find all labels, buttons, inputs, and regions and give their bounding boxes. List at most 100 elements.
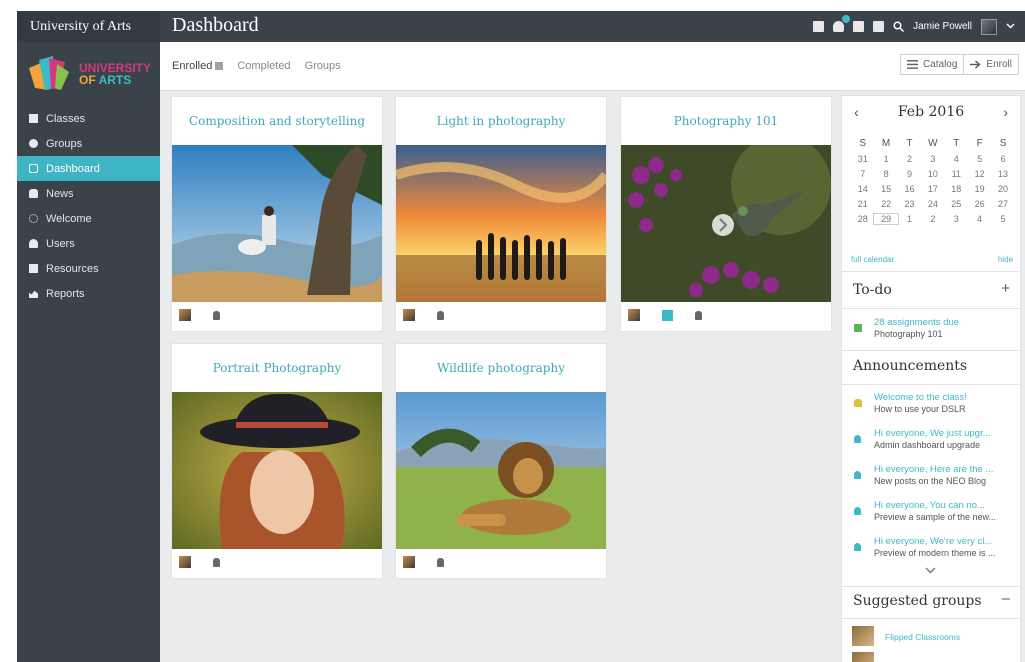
sidebar-item-groups[interactable]: Groups <box>17 131 160 156</box>
calendar-icon[interactable] <box>853 21 865 32</box>
calendar-day[interactable]: 27 <box>991 199 1014 209</box>
sidebar-item-reports[interactable]: Reports <box>17 281 160 306</box>
calendar-day[interactable]: 23 <box>898 199 921 209</box>
calendar-day[interactable]: 10 <box>921 169 944 179</box>
announcement-title[interactable]: Hi everyone, We just upgr... <box>874 428 1016 439</box>
class-card[interactable]: Portrait Photography <box>172 344 382 578</box>
sidebar-item-dashboard[interactable]: Dashboard <box>17 156 160 181</box>
calendar-day[interactable]: 4 <box>968 214 991 224</box>
calendar-day[interactable]: 18 <box>945 184 968 194</box>
calendar-day[interactable]: 11 <box>945 169 968 179</box>
calendar-day[interactable]: 4 <box>945 154 968 164</box>
class-image[interactable] <box>172 392 382 549</box>
calendar-day[interactable]: 17 <box>921 184 944 194</box>
calendar-day[interactable]: 19 <box>968 184 991 194</box>
calendar-day[interactable]: 3 <box>921 154 944 164</box>
class-thumbnail-icon[interactable] <box>628 309 640 321</box>
suggested-group-item[interactable]: Flipped Classrooms <box>852 626 1016 648</box>
sidebar-item-classes[interactable]: Classes <box>17 106 160 131</box>
todo-item-title[interactable]: 28 assignments due <box>874 317 1016 328</box>
calendar-day[interactable]: 2 <box>898 154 921 164</box>
calendar-day[interactable]: 15 <box>874 184 897 194</box>
full-calendar-link[interactable]: full calendar <box>851 255 894 264</box>
announcement-item[interactable]: Hi everyone, You can no... Preview a sam… <box>854 500 1016 530</box>
announcement-item[interactable]: Hi everyone, Here are the ... New posts … <box>854 464 1016 494</box>
group-label[interactable]: Flipped Classrooms <box>885 632 960 642</box>
announcement-item[interactable]: Welcome to the class! How to use your DS… <box>854 392 1016 422</box>
catalog-button[interactable]: Catalog <box>901 55 963 74</box>
todo-item[interactable]: 28 assignments due Photography 101 <box>854 317 1016 347</box>
chevron-down-icon[interactable] <box>925 566 936 577</box>
sidebar-item-users[interactable]: Users <box>17 231 160 256</box>
calendar-day[interactable]: 26 <box>968 199 991 209</box>
class-card[interactable]: Photography 101 <box>621 97 831 331</box>
bell-icon[interactable] <box>213 557 220 567</box>
class-card[interactable]: Composition and storytelling <box>172 97 382 331</box>
calendar-icon[interactable] <box>662 309 673 321</box>
bell-icon[interactable] <box>695 310 702 320</box>
calendar-day-today[interactable]: 29 <box>873 212 899 225</box>
calendar-day[interactable]: 1 <box>898 214 921 224</box>
calendar-next-icon[interactable]: › <box>1003 104 1008 120</box>
notifications-icon[interactable] <box>833 15 851 32</box>
calendar-day[interactable]: 31 <box>851 154 874 164</box>
class-title[interactable]: Photography 101 <box>621 97 831 145</box>
class-image[interactable] <box>396 392 606 549</box>
calendar-day[interactable]: 13 <box>991 169 1014 179</box>
class-image[interactable] <box>172 145 382 302</box>
calendar-day[interactable]: 22 <box>874 199 897 209</box>
class-image[interactable] <box>621 145 831 302</box>
announcement-title[interactable]: Hi everyone, We're very cl... <box>874 536 1016 547</box>
app-name[interactable]: University of Arts <box>17 11 160 42</box>
bell-icon[interactable] <box>213 310 220 320</box>
calendar-day[interactable]: 8 <box>874 169 897 179</box>
class-card[interactable]: Light in photography <box>396 97 606 331</box>
class-card[interactable]: Wildlife photography <box>396 344 606 578</box>
tab-groups[interactable]: Groups <box>305 60 341 72</box>
calendar-day[interactable]: 25 <box>945 199 968 209</box>
hide-calendar-link[interactable]: hide <box>998 255 1013 264</box>
user-name[interactable]: Jamie Powell <box>913 21 972 32</box>
sidebar-item-resources[interactable]: Resources <box>17 256 160 281</box>
calendar-day[interactable]: 24 <box>921 199 944 209</box>
university-logo[interactable]: UNIVERSITY OF ARTS <box>27 54 153 98</box>
calendar-day[interactable]: 7 <box>851 169 874 179</box>
calendar-day[interactable]: 5 <box>968 154 991 164</box>
calendar-day[interactable]: 14 <box>851 184 874 194</box>
calendar-day[interactable]: 16 <box>898 184 921 194</box>
tab-completed[interactable]: Completed <box>237 60 290 72</box>
bell-icon[interactable] <box>437 557 444 567</box>
calendar-prev-icon[interactable]: ‹ <box>854 104 859 120</box>
class-thumbnail-icon[interactable] <box>403 556 415 568</box>
enroll-button[interactable]: Enroll <box>963 55 1018 74</box>
sidebar-item-news[interactable]: News <box>17 181 160 206</box>
suggested-group-item[interactable] <box>852 652 1016 662</box>
class-thumbnail-icon[interactable] <box>403 309 415 321</box>
calendar-day[interactable]: 9 <box>898 169 921 179</box>
mail-icon[interactable] <box>813 21 825 32</box>
avatar[interactable] <box>981 18 997 35</box>
class-thumbnail-icon[interactable] <box>179 556 191 568</box>
calendar-day[interactable]: 6 <box>991 154 1014 164</box>
search-icon[interactable] <box>893 21 905 33</box>
add-todo-icon[interactable]: + <box>1001 280 1010 297</box>
class-thumbnail-icon[interactable] <box>179 309 191 321</box>
class-title[interactable]: Light in photography <box>396 97 606 145</box>
calendar-day[interactable]: 28 <box>851 214 874 224</box>
class-title[interactable]: Wildlife photography <box>396 344 606 392</box>
calendar-day[interactable]: 3 <box>945 214 968 224</box>
calendar-day[interactable]: 1 <box>874 154 897 164</box>
class-image[interactable] <box>396 145 606 302</box>
collapse-icon[interactable]: – <box>1002 590 1010 607</box>
calendar-day[interactable]: 2 <box>921 214 944 224</box>
calendar-day[interactable]: 12 <box>968 169 991 179</box>
announcement-title[interactable]: Hi everyone, Here are the ... <box>874 464 1016 475</box>
chevron-down-icon[interactable] <box>1006 21 1015 32</box>
announcement-title[interactable]: Welcome to the class! <box>874 392 1016 403</box>
bell-icon[interactable] <box>437 310 444 320</box>
help-icon[interactable] <box>873 21 885 32</box>
class-title[interactable]: Composition and storytelling <box>172 97 382 145</box>
class-title[interactable]: Portrait Photography <box>172 344 382 392</box>
calendar-day[interactable]: 5 <box>991 214 1014 224</box>
announcement-title[interactable]: Hi everyone, You can no... <box>874 500 1016 511</box>
